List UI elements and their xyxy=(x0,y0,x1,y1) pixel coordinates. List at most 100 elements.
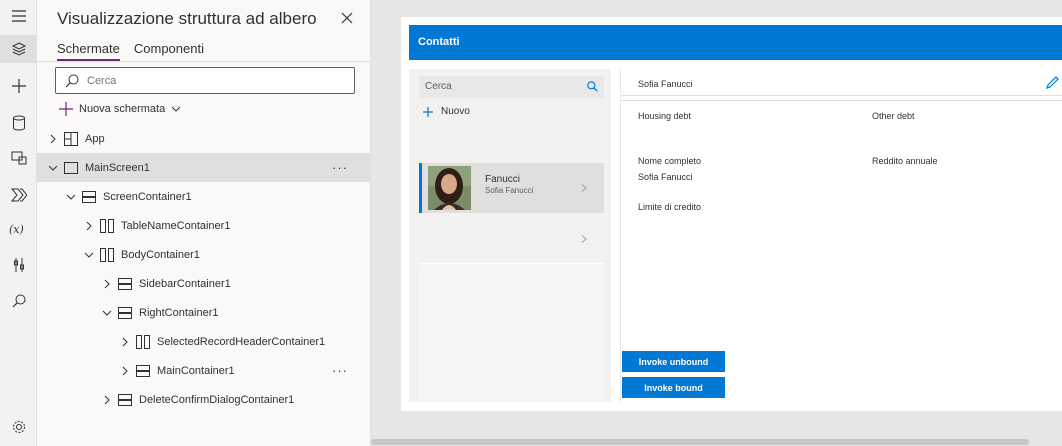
panel-title: Visualizzazione struttura ad albero xyxy=(57,9,317,28)
tree-node-screencontainer1[interactable]: ScreenContainer1 xyxy=(37,182,370,211)
tree-node-label: MainScreen1 xyxy=(85,161,150,174)
new-screen-button[interactable]: Nuova schermata xyxy=(59,100,181,118)
plus-icon xyxy=(423,106,433,117)
chevron-right-icon[interactable] xyxy=(48,134,58,144)
contact-name: Fanucci xyxy=(485,174,521,185)
more-options-icon[interactable]: ··· xyxy=(332,363,348,378)
tree-node-app[interactable]: App xyxy=(37,124,370,153)
horizontal-container-icon xyxy=(136,334,150,349)
credit-limit-label: Limite di credito xyxy=(638,202,702,212)
more-options-icon[interactable]: ··· xyxy=(332,160,348,175)
vertical-container-icon xyxy=(118,277,132,291)
annual-income-label: Reddito annuale xyxy=(872,156,938,166)
power-automate-icon[interactable] xyxy=(0,181,37,209)
right-container: Sofia Fanucci Housing debt Other debt No… xyxy=(620,69,1062,402)
invoke-unbound-button[interactable]: Invoke unbound xyxy=(622,351,725,372)
hamburger-menu-icon[interactable] xyxy=(0,2,37,30)
chevron-right-icon xyxy=(581,235,587,243)
horizontal-container-icon xyxy=(100,218,114,233)
tree-node-sidebarcontainer1[interactable]: SidebarContainer1 xyxy=(37,269,370,298)
contact-list-item[interactable] xyxy=(419,214,604,264)
tree-node-label: RightContainer1 xyxy=(139,306,219,319)
sidebar-container: Cerca Nuovo Fanucci Sofia Fanucci xyxy=(409,69,611,402)
chevron-down-icon[interactable] xyxy=(48,163,58,173)
screen-icon xyxy=(64,161,78,175)
new-screen-label: Nuova schermata xyxy=(79,103,166,115)
other-debt-label: Other debt xyxy=(872,111,915,121)
tab-screens[interactable]: Schermate xyxy=(57,41,120,61)
search-icon xyxy=(587,81,598,92)
horizontal-container-icon xyxy=(100,247,114,262)
tree-node-label: TableNameContainer1 xyxy=(121,219,231,232)
chevron-right-icon[interactable] xyxy=(120,366,130,376)
divider xyxy=(37,61,370,62)
avatar xyxy=(428,166,471,210)
tree-node-label: App xyxy=(85,132,105,145)
main-container: Housing debt Other debt Nome completo So… xyxy=(621,100,1062,402)
tree-view-panel: Visualizzazione struttura ad albero Sche… xyxy=(37,0,371,446)
chevron-right-icon[interactable] xyxy=(120,337,130,347)
tree-search-box[interactable] xyxy=(55,67,355,94)
app-header-title: Contatti xyxy=(418,36,460,48)
tree-node-maincontainer1[interactable]: MainContainer1 ··· xyxy=(37,356,370,385)
app-screen-preview[interactable]: Contatti Cerca Nuovo Fanucci Sofia Fanuc… xyxy=(401,17,1062,411)
app-icon xyxy=(64,131,78,146)
selected-record-header: Sofia Fanucci xyxy=(621,69,1062,96)
tab-components[interactable]: Componenti xyxy=(134,41,204,61)
tree-node-mainscreen1[interactable]: MainScreen1 ··· xyxy=(37,153,370,182)
panel-tabs: Schermate Componenti xyxy=(57,41,204,61)
contact-list-empty-area xyxy=(419,265,604,402)
invoke-bound-button[interactable]: Invoke bound xyxy=(622,377,725,398)
chevron-right-icon[interactable] xyxy=(102,279,112,289)
chevron-down-icon xyxy=(171,106,181,112)
edit-pencil-icon[interactable] xyxy=(1046,76,1059,89)
chevron-right-icon[interactable] xyxy=(102,395,112,405)
contacts-search-box[interactable]: Cerca xyxy=(419,76,604,98)
plus-icon xyxy=(59,102,73,116)
app-header: Contatti xyxy=(409,25,1062,60)
insert-plus-icon[interactable] xyxy=(0,72,37,100)
close-icon[interactable] xyxy=(339,10,355,26)
tree-search-input[interactable] xyxy=(87,72,337,89)
tree-view-icon[interactable] xyxy=(0,35,37,63)
tree-node-selectedrecordheadercontainer1[interactable]: SelectedRecordHeaderContainer1 xyxy=(37,327,370,356)
housing-debt-label: Housing debt xyxy=(638,111,692,121)
design-canvas: Contatti Cerca Nuovo Fanucci Sofia Fanuc… xyxy=(371,0,1062,446)
tree-node-rightcontainer1[interactable]: RightContainer1 xyxy=(37,298,370,327)
svg-text:(x): (x) xyxy=(9,223,24,236)
vertical-container-icon xyxy=(136,364,150,378)
tree-node-label: ScreenContainer1 xyxy=(103,190,192,203)
contact-list-item[interactable]: Fanucci Sofia Fanucci xyxy=(419,163,604,213)
tree-node-label: BodyContainer1 xyxy=(121,248,200,261)
tree-node-label: SelectedRecordHeaderContainer1 xyxy=(157,335,326,348)
contacts-search-placeholder: Cerca xyxy=(425,81,452,92)
chevron-right-icon[interactable] xyxy=(84,221,94,231)
search-icon[interactable] xyxy=(0,287,37,315)
tree-list: App MainScreen1 ··· ScreenContainer1 Tab… xyxy=(37,124,370,414)
tree-node-bodycontainer1[interactable]: BodyContainer1 xyxy=(37,240,370,269)
chevron-right-icon xyxy=(581,184,587,192)
full-name-value: Sofia Fanucci xyxy=(638,172,693,182)
tree-node-label: SidebarContainer1 xyxy=(139,277,231,290)
horizontal-scrollbar[interactable] xyxy=(371,439,1029,445)
chevron-down-icon[interactable] xyxy=(66,192,76,202)
chevron-down-icon[interactable] xyxy=(102,308,112,318)
vertical-container-icon xyxy=(118,393,132,407)
tree-node-label: MainContainer1 xyxy=(157,364,235,377)
data-icon[interactable] xyxy=(0,109,37,137)
vertical-container-icon xyxy=(118,306,132,320)
advanced-tools-icon[interactable] xyxy=(0,251,37,279)
vertical-container-icon xyxy=(82,190,96,204)
app-rail: (x) xyxy=(0,0,37,446)
selected-record-name: Sofia Fanucci xyxy=(638,79,693,89)
tree-node-tablenamecontainer1[interactable]: TableNameContainer1 xyxy=(37,211,370,240)
tree-node-deleteconfirmdialogcontainer1[interactable]: DeleteConfirmDialogContainer1 xyxy=(37,385,370,414)
chevron-down-icon[interactable] xyxy=(84,250,94,260)
media-icon[interactable] xyxy=(0,144,37,172)
variables-icon[interactable]: (x) xyxy=(0,215,37,243)
full-name-label: Nome completo xyxy=(638,156,702,166)
tree-node-label: DeleteConfirmDialogContainer1 xyxy=(139,393,295,406)
new-record-button[interactable]: Nuovo xyxy=(423,106,470,117)
contact-fullname: Sofia Fanucci xyxy=(485,186,534,195)
settings-gear-icon[interactable] xyxy=(0,413,37,441)
